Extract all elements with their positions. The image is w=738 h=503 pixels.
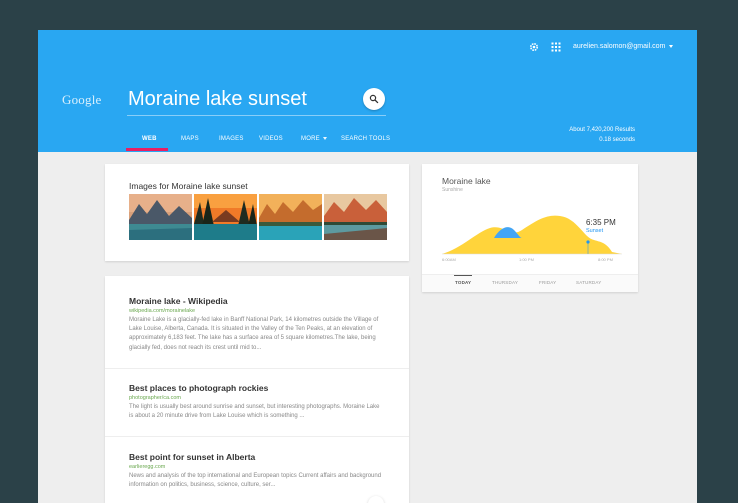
- results-card: Moraine lake - Wikipedia wikipedia.com/m…: [105, 276, 409, 503]
- results-count: About 7,420,200 Results: [569, 127, 635, 133]
- image-thumbnail-2[interactable]: [194, 194, 257, 240]
- images-title[interactable]: Images for Moraine lake sunset: [129, 181, 248, 191]
- active-tab-indicator: [126, 148, 168, 151]
- tab-web[interactable]: WEB: [142, 136, 157, 142]
- day-tab-friday[interactable]: FRIDAY: [539, 280, 556, 285]
- gear-icon[interactable]: [529, 42, 539, 52]
- search-result: Best places to photograph rockies photog…: [129, 383, 385, 421]
- day-tab-today[interactable]: TODAY: [455, 280, 471, 285]
- image-thumbnail-1[interactable]: [129, 194, 192, 240]
- search-input[interactable]: [128, 84, 358, 114]
- day-tab-thursday[interactable]: THURSDAY: [492, 280, 518, 285]
- result-title[interactable]: Best places to photograph rockies: [129, 383, 385, 394]
- image-thumbnail-4[interactable]: [324, 194, 387, 240]
- place-title: Moraine lake: [442, 176, 491, 186]
- tab-more[interactable]: MORE: [301, 136, 320, 142]
- day-tab-saturday[interactable]: SATURDAY: [576, 280, 601, 285]
- divider: [105, 368, 409, 369]
- tab-maps[interactable]: MAPS: [181, 136, 199, 142]
- axis-label-end: 8:00 PM: [598, 257, 613, 262]
- account-email[interactable]: aurelien.salomon@gmail.com: [573, 42, 665, 51]
- browser-window: aurelien.salomon@gmail.com Google WEB MA…: [38, 30, 697, 503]
- result-title[interactable]: Best point for sunset in Alberta: [129, 452, 385, 463]
- search-icon: [369, 94, 379, 104]
- sunset-card: Moraine lake Sunshine 6:35 PM Sunset 6:0…: [422, 164, 638, 292]
- tab-search-tools[interactable]: SEARCH TOOLS: [341, 136, 390, 142]
- sunset-marker: [586, 240, 590, 244]
- result-url[interactable]: earlieregg.com: [129, 463, 385, 471]
- axis-label-mid: 1:00 PM: [519, 257, 534, 262]
- result-title[interactable]: Moraine lake - Wikipedia: [129, 296, 385, 307]
- day-tabs: TODAY THURSDAY FRIDAY SATURDAY: [422, 274, 638, 292]
- result-snippet: News and analysis of the top internation…: [129, 473, 382, 489]
- images-card: Images for Moraine lake sunset: [105, 164, 409, 261]
- tab-videos[interactable]: VIDEOS: [259, 136, 283, 142]
- apps-icon[interactable]: [551, 42, 561, 52]
- divider: [105, 436, 409, 437]
- results-time: 0.18 seconds: [599, 137, 635, 143]
- weather-condition: Sunshine: [442, 187, 463, 193]
- result-snippet: Moraine Lake is a glacially-fed lake in …: [129, 317, 379, 351]
- search-result: Moraine lake - Wikipedia wikipedia.com/m…: [129, 296, 385, 353]
- search-header: aurelien.salomon@gmail.com Google WEB MA…: [38, 30, 697, 152]
- more-chevron-icon[interactable]: [323, 137, 327, 140]
- chevron-down-icon[interactable]: [669, 45, 673, 48]
- sunset-time: 6:35 PM: [586, 218, 616, 227]
- image-thumbnail-3[interactable]: [259, 194, 322, 240]
- result-url[interactable]: wikipedia.com/morainelake: [129, 307, 385, 315]
- result-url[interactable]: photographer/ca.com: [129, 394, 385, 402]
- search-result: Best point for sunset in Alberta earlier…: [129, 452, 385, 490]
- tab-images[interactable]: IMAGES: [219, 136, 244, 142]
- sunset-label: Sunset: [586, 228, 604, 234]
- search-button[interactable]: [363, 88, 385, 110]
- axis-label-start: 6:00AM: [442, 257, 456, 262]
- google-logo[interactable]: Google: [62, 92, 101, 108]
- result-snippet: The light is usually best around sunrise…: [129, 404, 380, 420]
- day-tab-indicator: [454, 275, 472, 276]
- search-underline: [127, 115, 386, 116]
